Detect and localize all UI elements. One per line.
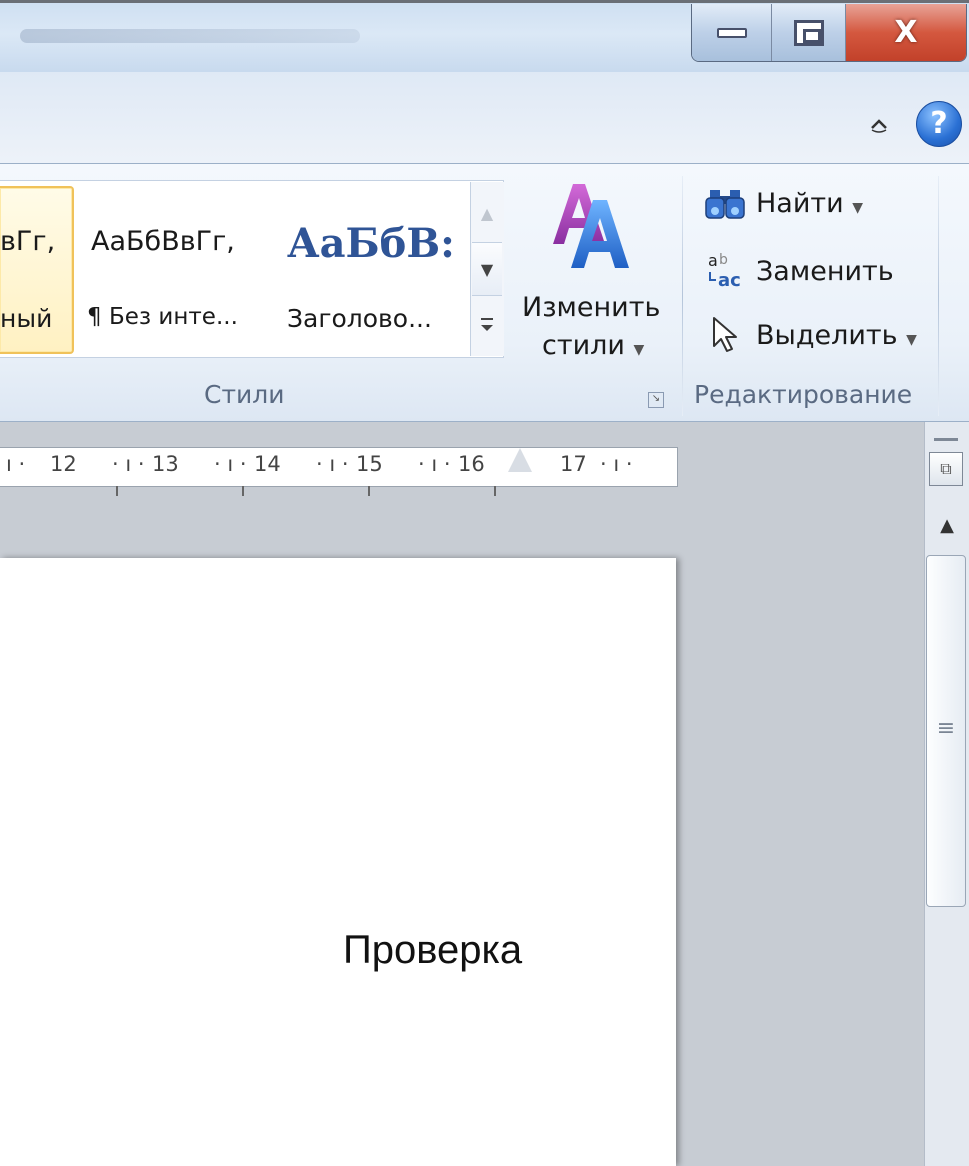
ruler-tab-stop <box>116 486 118 496</box>
editing-group-label: Редактирование <box>694 380 913 409</box>
window-title <box>20 29 360 43</box>
style-normal-caption: ный <box>0 304 53 333</box>
ruler-separator: · ı · <box>600 452 633 476</box>
cursor-arrow-icon <box>708 314 748 354</box>
ruler-separator: · ı · <box>112 452 145 476</box>
minimize-button[interactable] <box>692 4 772 61</box>
ruler-label: 15 <box>356 452 383 476</box>
restore-icon <box>793 19 824 46</box>
close-icon: X <box>894 15 918 50</box>
replace-icon: a b ac <box>704 250 748 291</box>
ruler-tab-stop <box>242 486 244 496</box>
chevron-down-icon: ▼ <box>852 200 864 216</box>
group-separator <box>938 176 939 416</box>
change-styles-icon[interactable] <box>547 178 637 274</box>
style-heading-caption: Заголово... <box>287 304 432 333</box>
change-styles-label-line2[interactable]: стили ▼ <box>542 330 644 361</box>
collapse-ribbon-icon[interactable] <box>866 112 892 138</box>
document-page[interactable] <box>0 558 676 1166</box>
close-button[interactable]: X <box>846 4 966 61</box>
gallery-scroll-up-icon[interactable]: ▲ <box>472 186 502 240</box>
change-styles-label-line1[interactable]: Изменить <box>522 292 660 323</box>
window-controls: X <box>691 4 967 62</box>
chevron-down-icon: ▼ <box>633 342 645 358</box>
split-handle[interactable] <box>934 438 958 441</box>
styles-dialog-launcher-icon[interactable]: ↘ <box>648 392 664 408</box>
find-label: Найти <box>756 188 844 219</box>
ruler-separator: · ı · <box>214 452 247 476</box>
svg-text:ac: ac <box>718 270 741 290</box>
find-button[interactable]: Найти ▼ <box>756 188 863 219</box>
ruler-label: 14 <box>254 452 281 476</box>
style-normal-preview: вГг, <box>0 226 56 257</box>
gallery-more-icon[interactable] <box>472 298 502 352</box>
chevron-down-icon: ▼ <box>906 332 917 348</box>
ruler-label: 16 <box>458 452 485 476</box>
scroll-up-icon[interactable]: ▲ <box>932 515 962 541</box>
group-separator <box>682 176 683 416</box>
ruler-separator: · ı · <box>316 452 349 476</box>
svg-text:a: a <box>708 251 718 270</box>
ruler-separator: · ı · <box>418 452 451 476</box>
svg-text:b: b <box>719 252 728 268</box>
view-ruler-icon[interactable]: ⧉ <box>929 452 963 486</box>
ruler-tab-stop <box>368 486 370 496</box>
maximize-button[interactable] <box>772 4 846 61</box>
gallery-scroll-down-icon[interactable]: ▼ <box>472 242 502 296</box>
scroll-grip-icon: ≡ <box>936 716 956 741</box>
replace-button[interactable]: Заменить <box>756 256 894 287</box>
ruler-tab-stop <box>494 486 496 496</box>
help-icon[interactable]: ? <box>916 101 962 147</box>
change-styles-label-text: стили <box>542 330 625 361</box>
styles-group-label: Стили <box>204 380 285 409</box>
ruler-label: 17 <box>560 452 587 476</box>
ruler-area <box>0 422 969 558</box>
ruler-label: 12 <box>50 452 77 476</box>
select-label: Выделить <box>756 320 898 351</box>
select-button[interactable]: Выделить ▼ <box>756 320 917 351</box>
style-no-spacing-caption: ¶ Без инте... <box>87 304 238 330</box>
ribbon-tab-strip <box>0 72 969 164</box>
binoculars-icon <box>704 186 748 222</box>
ruler-label: 13 <box>152 452 179 476</box>
document-text[interactable]: Проверка <box>343 928 522 973</box>
style-heading-preview: АаБбВ: <box>287 220 455 267</box>
style-no-spacing-preview: АаБбВвГг, <box>91 226 235 257</box>
ruler-separator: ı · <box>6 452 26 476</box>
minimize-icon <box>716 27 747 38</box>
right-indent-marker[interactable] <box>508 448 532 472</box>
